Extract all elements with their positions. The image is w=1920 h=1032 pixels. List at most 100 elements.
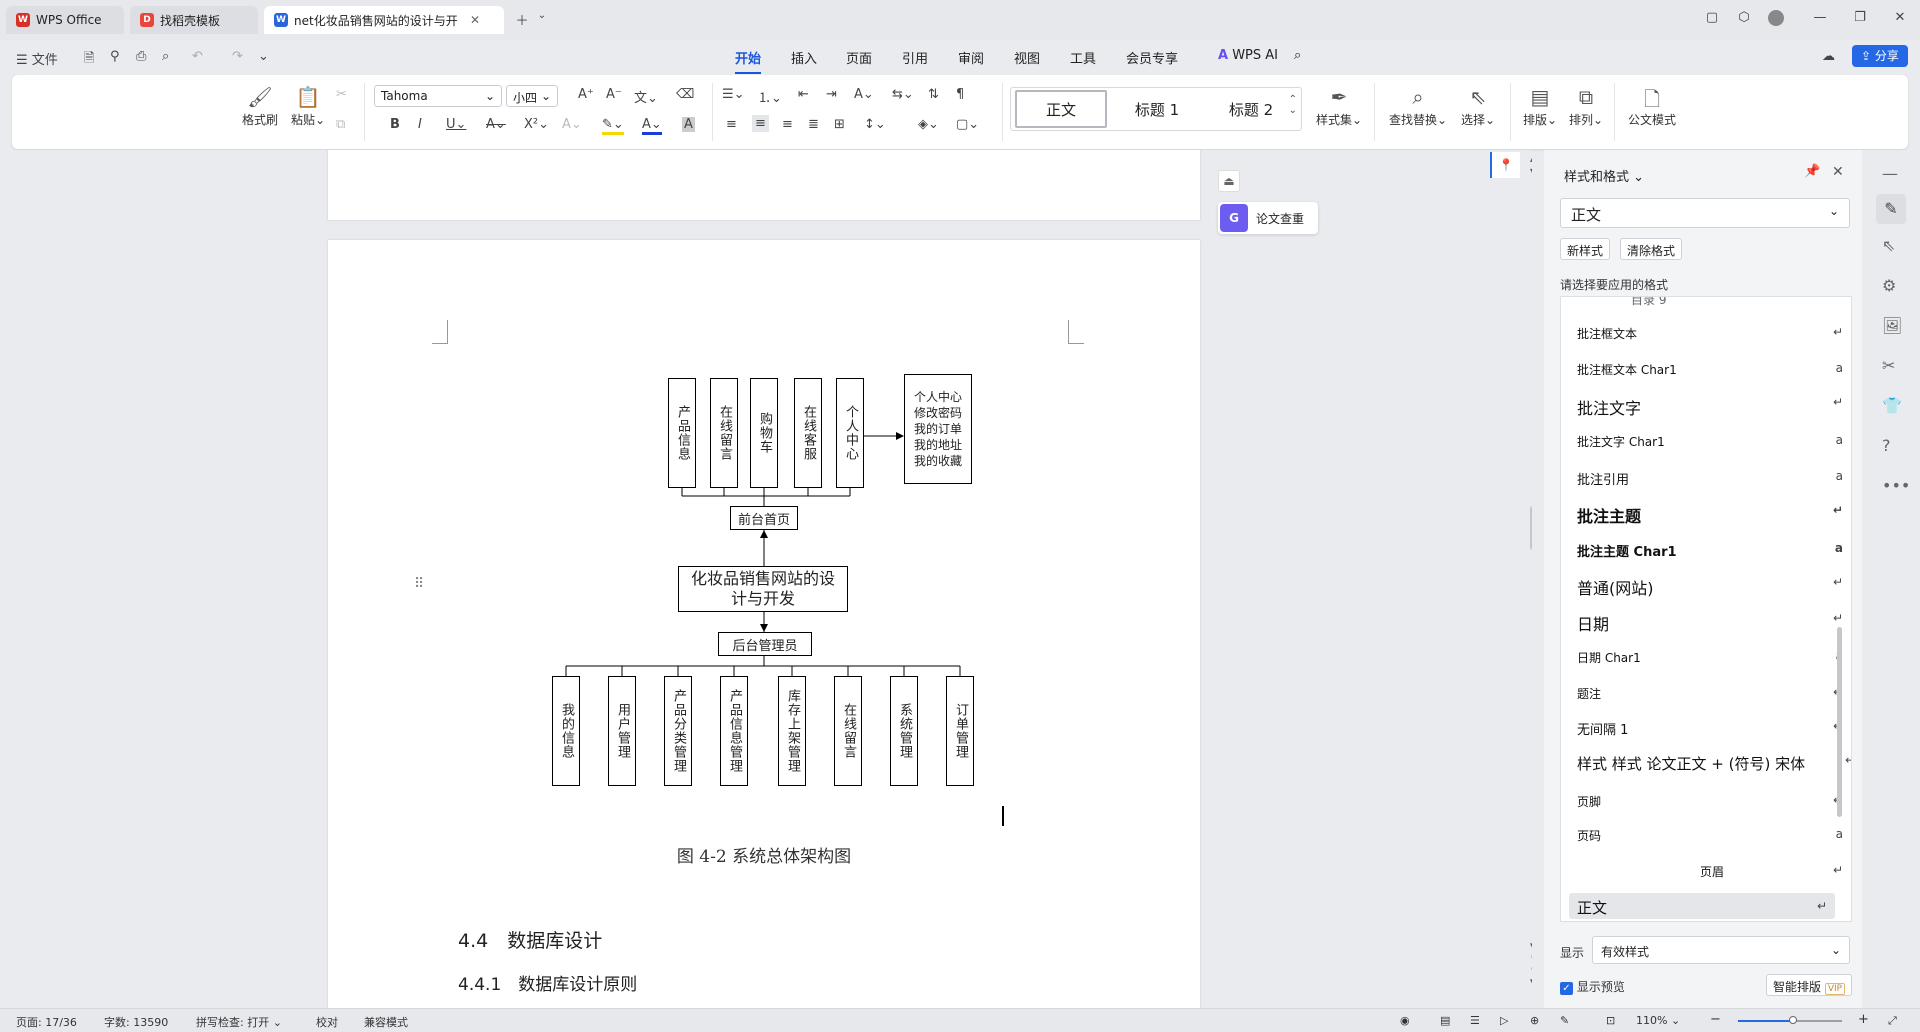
smart-layout-button[interactable]: 智能排版 VIP: [1766, 974, 1853, 996]
char-shading-icon[interactable]: A: [682, 117, 695, 132]
style-normal[interactable]: 正文: [1015, 90, 1107, 128]
copy-icon[interactable]: ⧉: [336, 117, 345, 132]
outline-view-icon[interactable]: ☰: [1470, 1014, 1480, 1027]
align-center-icon[interactable]: ≡: [752, 115, 769, 132]
fit-icon[interactable]: ⊡: [1606, 1014, 1615, 1027]
help-icon[interactable]: ?: [1882, 436, 1891, 455]
close-window-icon[interactable]: ✕: [1890, 10, 1910, 30]
show-select[interactable]: 有效样式 ⌄: [1592, 936, 1850, 964]
menu-start[interactable]: 开始: [735, 48, 762, 74]
save-icon[interactable]: 🗎: [84, 49, 94, 71]
style-item[interactable]: 批注文字 ↵: [1577, 395, 1847, 419]
document-page[interactable]: ⠿ 产品信息 在线留言 购物车 在线客服 个人中心 个人中心 修改密码 我的订单…: [328, 240, 1200, 1010]
spell-check[interactable]: 拼写检查: 打开 ⌄: [196, 1014, 282, 1030]
style-item[interactable]: 批注文字 Char1 a: [1577, 433, 1847, 450]
tab-wps-office[interactable]: W WPS Office: [6, 6, 124, 34]
menu-page[interactable]: 页面: [846, 48, 872, 67]
style-item[interactable]: 页码 a: [1577, 827, 1847, 844]
text-effect-icon[interactable]: A⌄: [562, 117, 582, 132]
justify-icon[interactable]: ≣: [808, 117, 819, 132]
align-right-icon[interactable]: ≡: [782, 117, 793, 132]
style-item[interactable]: 页脚↵: [1577, 793, 1847, 810]
font-name-select[interactable]: Tahoma ⌄: [374, 85, 502, 107]
cut-icon[interactable]: ✂: [336, 87, 347, 102]
web-view-icon[interactable]: ⊕: [1530, 1014, 1539, 1027]
avatar[interactable]: [1766, 10, 1786, 30]
page-count[interactable]: 页面: 17/36: [16, 1014, 77, 1030]
strikethrough-icon[interactable]: A⌄: [486, 117, 506, 132]
annotate-icon[interactable]: ✎: [1560, 1014, 1569, 1027]
share-button[interactable]: ⇪ 分享: [1852, 45, 1908, 67]
more-icon[interactable]: •••: [1882, 476, 1910, 495]
fullscreen-icon[interactable]: ⤢: [1888, 1014, 1897, 1028]
zoom-select[interactable]: 110% ⌄: [1636, 1014, 1680, 1027]
style-list-scrollbar[interactable]: [1837, 627, 1842, 817]
paste-button[interactable]: 📋 粘贴⌄: [288, 85, 328, 128]
format-painter-button[interactable]: 🖌 格式刷: [240, 85, 280, 128]
search-doc-icon[interactable]: ⚲: [110, 49, 120, 64]
image-edit-icon[interactable]: 🖼: [1882, 316, 1902, 335]
style-item[interactable]: 日期 ↵: [1577, 611, 1847, 635]
tools-icon[interactable]: ✂: [1882, 356, 1895, 375]
window-layout-icon[interactable]: ▢: [1702, 10, 1722, 30]
adjust-icon[interactable]: ⚙: [1882, 276, 1896, 295]
close-panel-icon[interactable]: ✕: [1832, 164, 1844, 180]
style-set-button[interactable]: ✒ 样式集⌄: [1314, 85, 1364, 128]
numbered-list-icon[interactable]: ⒈⌄: [758, 87, 782, 106]
style-heading-1[interactable]: 标题 1: [1111, 90, 1203, 128]
new-tab-icon[interactable]: ＋: [512, 10, 532, 30]
style-item[interactable]: 批注引用 a: [1577, 469, 1847, 488]
style-item[interactable]: 普通(网站) ↵: [1577, 575, 1847, 599]
style-item[interactable]: 题注↵: [1577, 685, 1847, 702]
menu-member[interactable]: 会员专享: [1126, 48, 1178, 67]
style-item-partial[interactable]: 目录 9: [1631, 297, 1666, 308]
file-menu[interactable]: ☰ 文件: [16, 49, 58, 68]
zoom-slider[interactable]: [1738, 1016, 1842, 1024]
decrease-font-icon[interactable]: A⁻: [606, 87, 622, 102]
eraser-icon[interactable]: ⌫: [676, 87, 694, 102]
eye-icon[interactable]: ◉: [1400, 1014, 1410, 1027]
current-style-select[interactable]: 正文 ⌄: [1560, 198, 1850, 228]
page-nav-controls[interactable]: ▾◦◦▾: [1530, 940, 1532, 988]
style-item[interactable]: 页眉 ↵: [1577, 863, 1847, 880]
print-preview-icon[interactable]: ⌕: [162, 49, 169, 64]
vertical-scrollbar[interactable]: [1530, 506, 1532, 550]
new-style-button[interactable]: 新样式: [1560, 238, 1611, 260]
bullet-list-icon[interactable]: ☰⌄: [722, 87, 745, 102]
italic-icon[interactable]: I: [418, 117, 422, 132]
play-icon[interactable]: ▷: [1500, 1014, 1508, 1027]
menu-insert[interactable]: 插入: [791, 48, 817, 67]
show-marks-icon[interactable]: ¶: [956, 87, 964, 102]
font-color-icon[interactable]: A⌄: [642, 117, 662, 135]
phonetic-icon[interactable]: 文⌄: [634, 87, 658, 106]
shading-icon[interactable]: ◈⌄: [918, 117, 939, 132]
menu-review[interactable]: 审阅: [958, 48, 984, 67]
indent-icon[interactable]: ⇥: [826, 87, 837, 102]
align-left-icon[interactable]: ≡: [726, 117, 737, 132]
search-icon[interactable]: ⌕: [1294, 48, 1301, 63]
proofread[interactable]: 校对: [316, 1014, 338, 1030]
highlight-icon[interactable]: ✎⌄: [602, 117, 624, 135]
show-preview-checkbox[interactable]: ✓ 显示预览: [1560, 978, 1625, 995]
outdent-icon[interactable]: ⇤: [798, 87, 809, 102]
style-item[interactable]: 批注框文本 ↵: [1577, 325, 1847, 342]
style-item[interactable]: 批注主题 Char1 a: [1577, 541, 1847, 560]
arrange-button[interactable]: ⧉ 排列⌄: [1566, 85, 1606, 128]
more-icon[interactable]: ⌄: [258, 49, 269, 64]
border-icon[interactable]: ▢⌄: [956, 117, 979, 132]
collapse-sidebar-icon[interactable]: —: [1882, 164, 1898, 183]
redo-icon[interactable]: ↷: [232, 49, 243, 64]
layout-button[interactable]: ▤ 排版⌄: [1520, 85, 1560, 128]
pen-icon[interactable]: ✎: [1876, 194, 1906, 224]
sort-icon[interactable]: ⇅: [928, 87, 939, 102]
font-size-select[interactable]: 小四 ⌄: [506, 85, 558, 107]
close-icon[interactable]: ✕: [470, 13, 480, 27]
superscript-icon[interactable]: X²⌄: [524, 117, 549, 132]
menu-reference[interactable]: 引用: [902, 48, 928, 67]
page-view-icon[interactable]: ▤: [1440, 1014, 1450, 1027]
style-item-selected[interactable]: 正文 ↵: [1569, 893, 1835, 919]
increase-font-icon[interactable]: A⁺: [578, 87, 594, 102]
undo-icon[interactable]: ↶: [192, 49, 203, 64]
chinese-layout-icon[interactable]: ⇆⌄: [892, 87, 914, 102]
find-replace-button[interactable]: ⌕ 查找替换⌄: [1388, 85, 1448, 128]
